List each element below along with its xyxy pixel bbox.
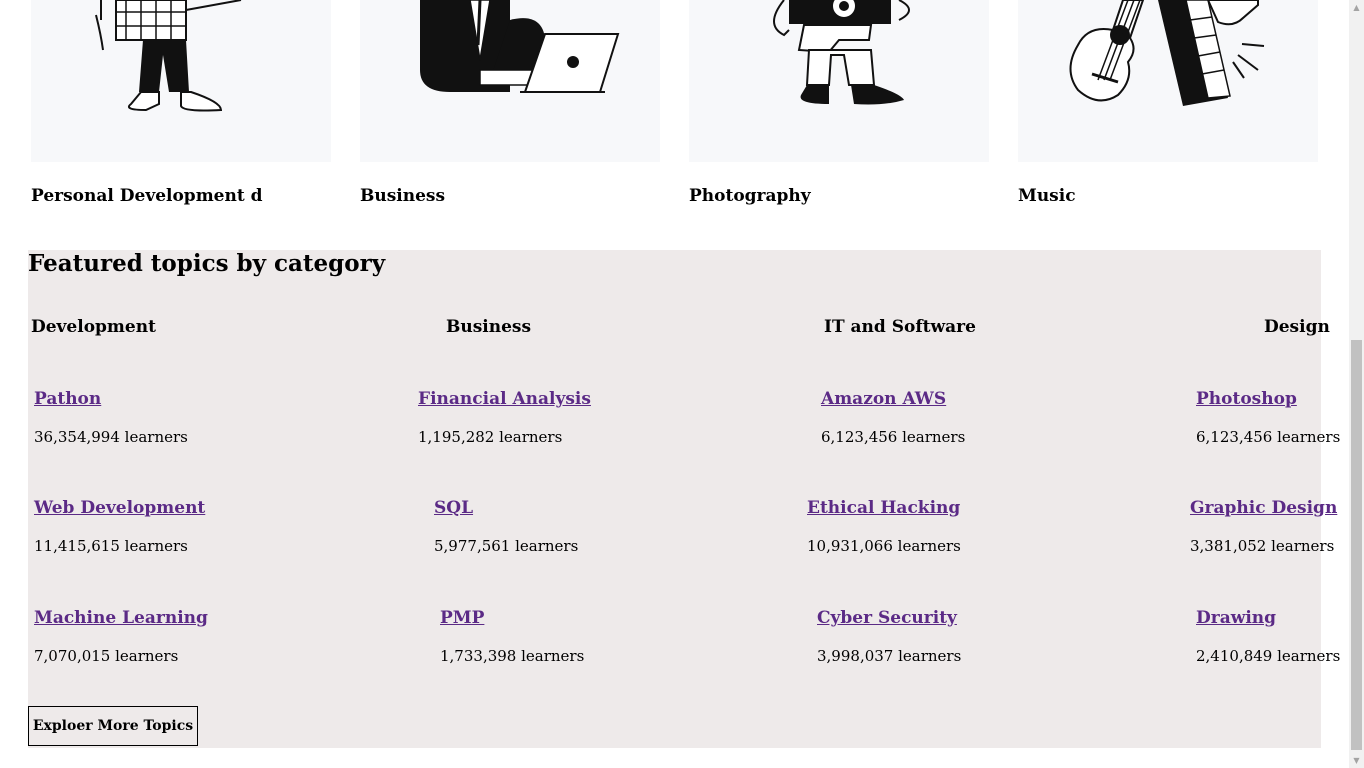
- learner-count: 1,195,282 learners: [418, 428, 563, 446]
- learner-count: 2,410,849 learners: [1196, 647, 1341, 665]
- category-card-business[interactable]: Business: [360, 0, 660, 206]
- category-card-photography[interactable]: Photography: [689, 0, 989, 206]
- topic-link[interactable]: SQL: [434, 498, 578, 518]
- explore-more-topics-button[interactable]: Exploer More Topics: [28, 706, 198, 746]
- column-heading-development: Development: [31, 317, 156, 337]
- category-title[interactable]: Photography: [689, 186, 811, 206]
- topic-link[interactable]: Graphic Design: [1190, 498, 1337, 518]
- topic-item: Drawing 2,410,849 learners: [1196, 608, 1340, 665]
- topic-item: Financial Analysis 1,195,282 learners: [418, 389, 591, 446]
- businessman-laptop-illustration: [420, 0, 620, 93]
- learner-count: 10,931,066 learners: [807, 537, 961, 555]
- category-image[interactable]: [689, 0, 989, 162]
- category-image[interactable]: [1018, 0, 1318, 162]
- learner-count: 36,354,994 learners: [34, 428, 188, 446]
- topic-item: PMP 1,733,398 learners: [440, 608, 584, 665]
- topic-link[interactable]: Pathon: [34, 389, 188, 409]
- category-image[interactable]: [31, 0, 331, 162]
- scroll-down-arrow-icon[interactable]: ▼: [1349, 753, 1364, 768]
- learner-count: 11,415,615 learners: [34, 537, 188, 555]
- topic-item: Graphic Design 3,381,052 learners: [1190, 498, 1337, 555]
- learner-count: 7,070,015 learners: [34, 647, 179, 665]
- learner-count: 3,998,037 learners: [817, 647, 962, 665]
- topic-link[interactable]: Web Development: [34, 498, 205, 518]
- topic-item: Photoshop 6,123,456 learners: [1196, 389, 1340, 446]
- topic-item: Web Development 11,415,615 learners: [34, 498, 205, 555]
- category-title[interactable]: Business: [360, 186, 445, 206]
- topic-item: Machine Learning 7,070,015 learners: [34, 608, 208, 665]
- topic-link[interactable]: Drawing: [1196, 608, 1340, 628]
- topic-item: SQL 5,977,561 learners: [434, 498, 578, 555]
- topic-item: Amazon AWS 6,123,456 learners: [821, 389, 965, 446]
- topic-item: Ethical Hacking 10,931,066 learners: [807, 498, 961, 555]
- page: Personal Development d Business Photogra…: [0, 0, 1349, 768]
- category-card-music[interactable]: Music: [1018, 0, 1318, 206]
- topic-item: Pathon 36,354,994 learners: [34, 389, 188, 446]
- topic-link[interactable]: Amazon AWS: [821, 389, 965, 409]
- person-standing-illustration: [95, 0, 242, 112]
- featured-topics-section: Featured topics by category Development …: [28, 250, 1340, 748]
- topic-link[interactable]: Ethical Hacking: [807, 498, 961, 518]
- learner-count: 6,123,456 learners: [1196, 428, 1341, 446]
- guitar-keyboard-illustration: [1069, 0, 1265, 106]
- learner-count: 5,977,561 learners: [434, 537, 579, 555]
- category-card-personal-development[interactable]: Personal Development d: [31, 0, 331, 206]
- topic-link[interactable]: Financial Analysis: [418, 389, 591, 409]
- learner-count: 6,123,456 learners: [821, 428, 966, 446]
- column-heading-business: Business: [446, 317, 532, 337]
- topic-item: Cyber Security 3,998,037 learners: [817, 608, 961, 665]
- topic-link[interactable]: Photoshop: [1196, 389, 1340, 409]
- topic-link[interactable]: Machine Learning: [34, 608, 208, 628]
- learner-count: 1,733,398 learners: [440, 647, 585, 665]
- category-title[interactable]: Personal Development d: [31, 186, 263, 206]
- column-heading-it-software: IT and Software: [824, 317, 976, 337]
- category-title[interactable]: Music: [1018, 186, 1076, 206]
- scroll-up-arrow-icon[interactable]: ▲: [1349, 0, 1364, 15]
- scroll-thumb[interactable]: [1351, 340, 1362, 750]
- topic-link[interactable]: PMP: [440, 608, 584, 628]
- column-heading-design: Design: [1264, 317, 1330, 337]
- topic-link[interactable]: Cyber Security: [817, 608, 961, 628]
- learner-count: 3,381,052 learners: [1190, 537, 1335, 555]
- photographer-camera-illustration: [773, 0, 910, 105]
- section-heading: Featured topics by category: [28, 250, 386, 277]
- category-image[interactable]: [360, 0, 660, 162]
- vertical-scrollbar[interactable]: ▲ ▼: [1349, 0, 1364, 768]
